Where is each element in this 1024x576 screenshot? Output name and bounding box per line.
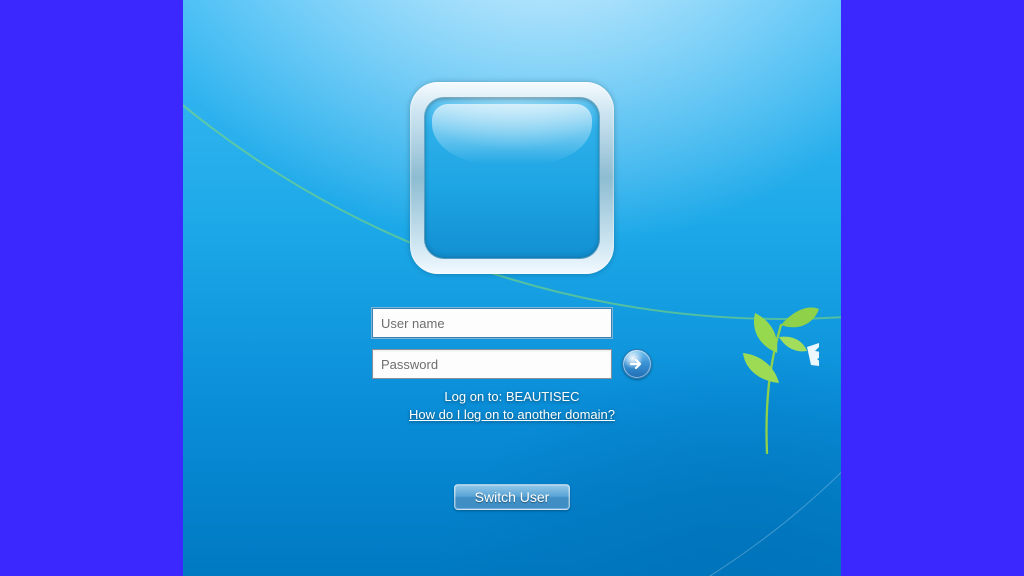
submit-button[interactable] (622, 349, 652, 379)
logon-screen: Log on to: BEAUTISEC How do I log on to … (183, 0, 841, 576)
logon-domain-label: Log on to: BEAUTISEC (444, 389, 579, 404)
password-input[interactable] (372, 349, 612, 379)
switch-user-button[interactable]: Switch User (454, 484, 571, 510)
arrow-right-icon (629, 356, 645, 372)
other-domain-help-link[interactable]: How do I log on to another domain? (409, 407, 615, 422)
user-avatar-frame (410, 82, 614, 274)
username-input[interactable] (372, 308, 612, 338)
page-letterbox: Log on to: BEAUTISEC How do I log on to … (0, 0, 1024, 576)
